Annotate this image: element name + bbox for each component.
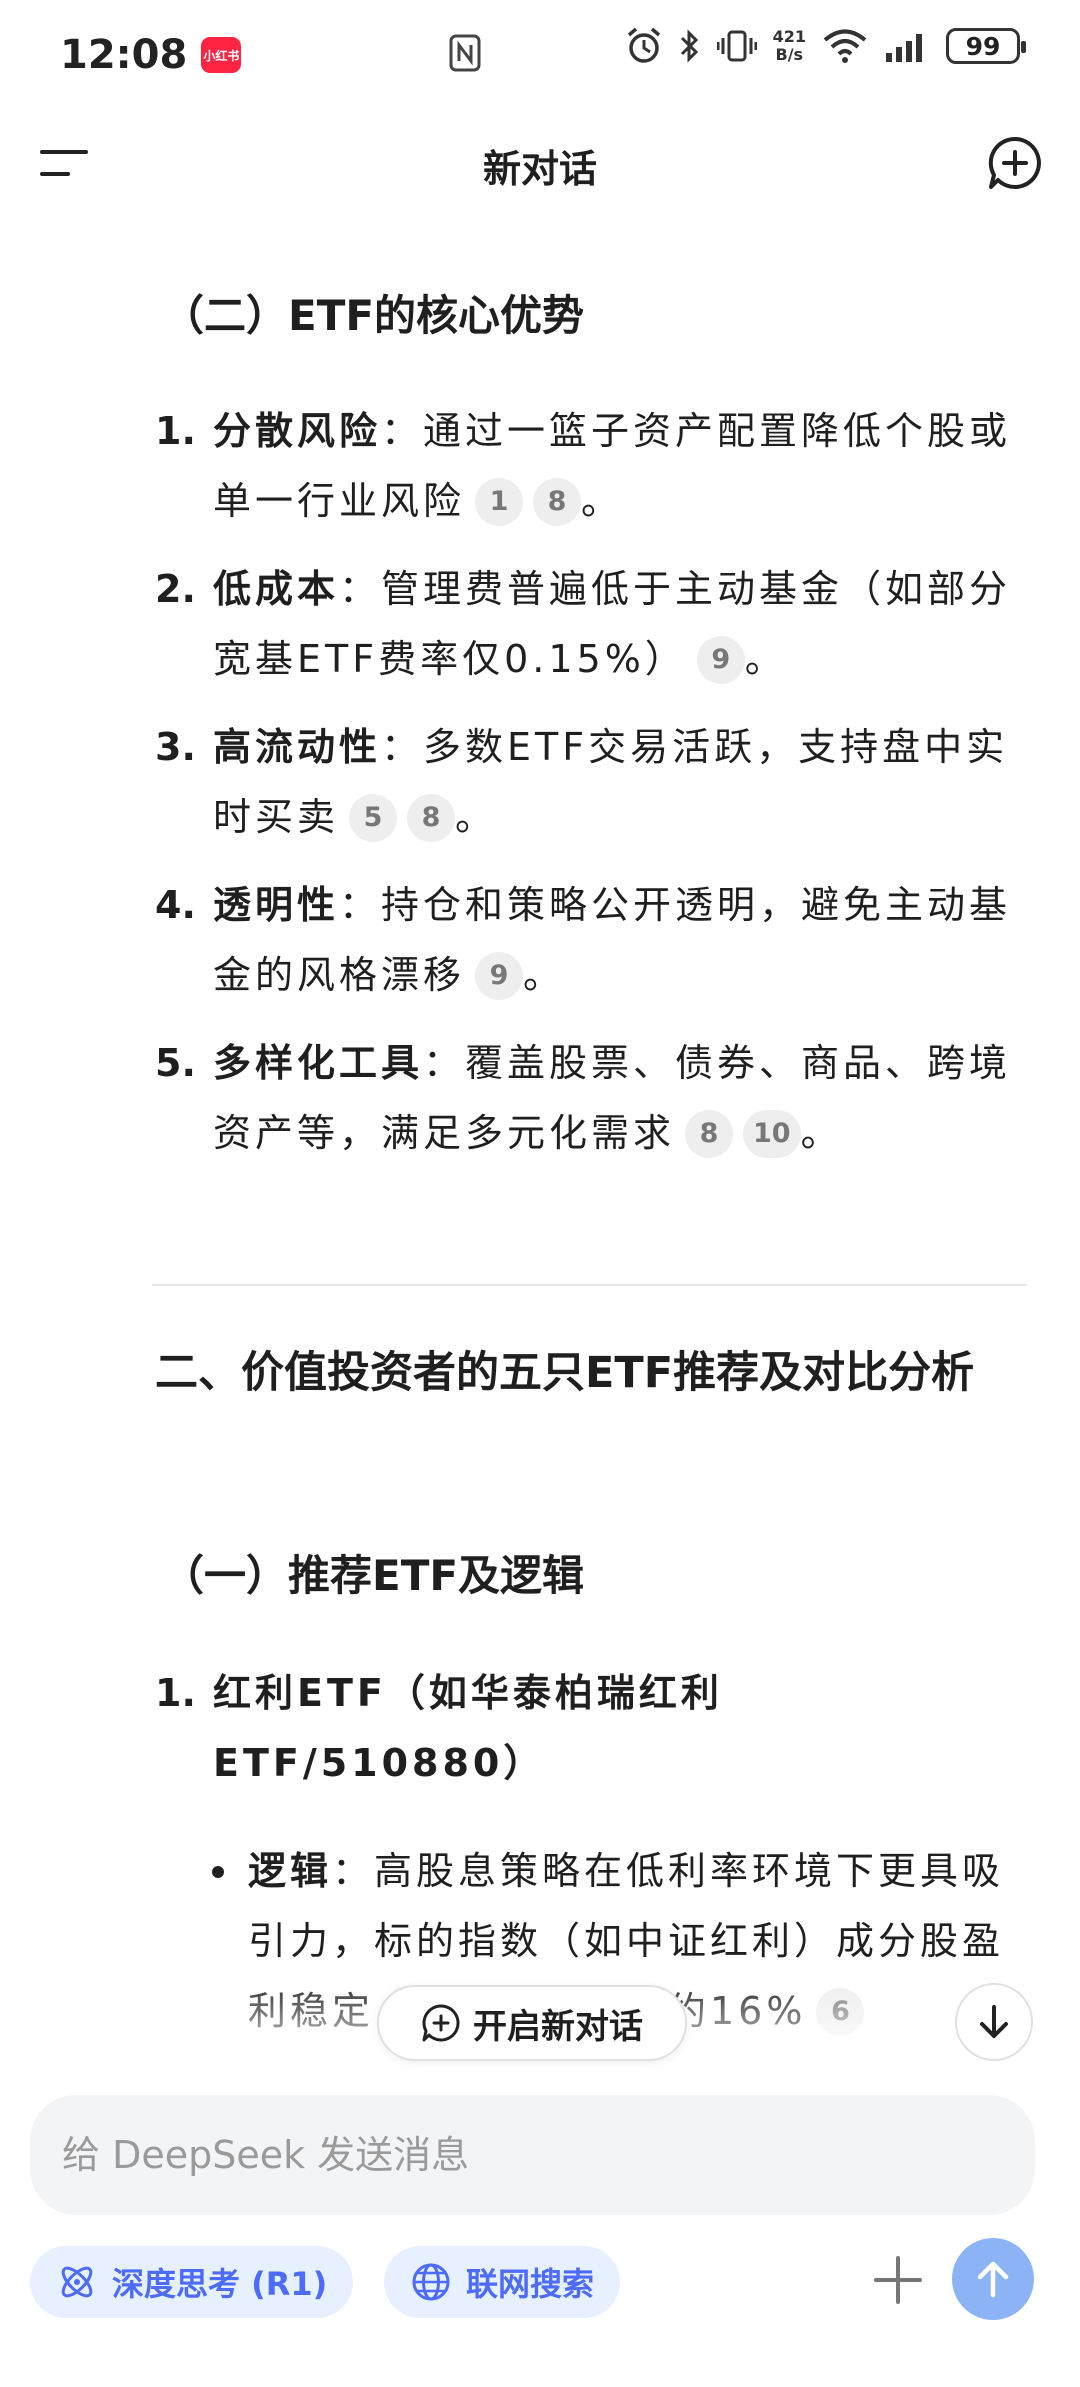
plus-icon[interactable]: [870, 2252, 926, 2308]
citation-badge[interactable]: 5: [349, 794, 398, 842]
chat-content[interactable]: （二）ETF的核心优势 1. 分散风险：通过一篮子资产配置降低个股或单一行业风险…: [0, 216, 1080, 2096]
new-chat-icon[interactable]: [986, 134, 1044, 192]
list-item: 1. 红利ETF（如华泰柏瑞红利ETF/510880）: [155, 1658, 1035, 1798]
list-term: 透明性: [213, 883, 340, 927]
battery-icon: 99: [946, 28, 1026, 64]
new-chat-icon: [422, 2004, 460, 2042]
section-subtitle: （一）推荐ETF及逻辑: [162, 1551, 585, 1600]
status-time: 12:08: [60, 32, 188, 78]
app-header: 新对话: [0, 110, 1080, 216]
xiaohongshu-app-icon: 小红书: [201, 37, 242, 73]
list-text: 高流动性：多数ETF交易活跃，支持盘中实时买卖 5 8。: [213, 712, 1035, 852]
list-item: 4. 透明性：持仓和策略公开透明，避免主动基金的风格漂移 9。: [155, 870, 1035, 1010]
list-item: 3. 高流动性：多数ETF交易活跃，支持盘中实时买卖 5 8。: [155, 712, 1035, 852]
list-number: 1.: [155, 1671, 196, 1715]
atom-icon: [61, 2266, 93, 2298]
start-new-chat-button[interactable]: 开启新对话: [377, 1985, 687, 2061]
battery-level: 99: [965, 31, 1001, 61]
web-search-toggle[interactable]: 联网搜索: [384, 2246, 621, 2318]
citation-badge[interactable]: 8: [685, 1110, 734, 1158]
list-item: 5. 多样化工具：覆盖股票、债券、商品、跨境资产等，满足多元化需求 8 10。: [155, 1028, 1035, 1168]
arrow-up-icon: [977, 2261, 1009, 2298]
citation-badge[interactable]: 1: [475, 478, 524, 526]
globe-icon: [412, 2263, 450, 2301]
list-item: 2. 低成本：管理费普遍低于主动基金（如部分宽基ETF费率仅0.15%） 9。: [155, 554, 1035, 694]
bullet-dot: [212, 1866, 224, 1878]
arrow-down-icon: [980, 2005, 1008, 2038]
citation-badge[interactable]: 8: [407, 794, 456, 842]
web-search-label: 联网搜索: [466, 2265, 595, 2303]
wifi-icon: [823, 29, 867, 63]
citation-badge[interactable]: 10: [743, 1110, 801, 1158]
list-text: 分散风险：通过一篮子资产配置降低个股或单一行业风险 1 8。: [213, 396, 1035, 536]
message-composer: [30, 2095, 1035, 2215]
deep-think-toggle[interactable]: 深度思考 (R1): [30, 2246, 354, 2318]
section-title: 二、价值投资者的五只ETF推荐及对比分析: [155, 1348, 975, 1398]
list-number: 4.: [155, 883, 196, 927]
citation-badge[interactable]: 9: [696, 636, 745, 684]
list-term: 高流动性: [213, 725, 382, 769]
vibrate-icon: [716, 30, 757, 62]
status-bar: 12:08 小红书 421 B/s 99: [0, 0, 1080, 110]
list-term: 多样化工具: [213, 1041, 424, 1085]
list-number: 1.: [155, 409, 196, 453]
net-speed-value: 421: [772, 27, 806, 46]
start-new-chat-label: 开启新对话: [473, 2006, 643, 2047]
list-term: 低成本: [213, 567, 340, 611]
citation-badge[interactable]: 9: [475, 952, 524, 1000]
page-title: 新对话: [482, 147, 597, 191]
list-text: 透明性：持仓和策略公开透明，避免主动基金的风格漂移 9。: [213, 870, 1035, 1010]
section-subtitle: （二）ETF的核心优势: [162, 291, 585, 340]
net-speed-unit: B/s: [775, 45, 804, 64]
alarm-icon: [627, 27, 660, 63]
list-item: 1. 分散风险：通过一篮子资产配置降低个股或单一行业风险 1 8。: [155, 396, 1035, 536]
list-number: 5.: [155, 1041, 196, 1085]
scroll-to-bottom-button[interactable]: [955, 1983, 1033, 2061]
net-speed: 421 B/s: [773, 28, 806, 64]
signal-icon: [886, 34, 922, 62]
citation-badge[interactable]: 8: [533, 478, 582, 526]
list-term: 分散风险: [213, 409, 382, 453]
deep-think-label: 深度思考 (R1): [112, 2265, 328, 2303]
status-icons: 421 B/s 99: [625, 26, 1026, 66]
list-number: 3.: [155, 725, 196, 769]
nfc-icon: [449, 34, 481, 72]
list-text: 低成本：管理费普遍低于主动基金（如部分宽基ETF费率仅0.15%） 9。: [213, 554, 1035, 694]
recommend-title: 红利ETF（如华泰柏瑞红利ETF/510880）: [213, 1671, 723, 1785]
bullet-term: 逻辑: [248, 1849, 333, 1893]
section-divider: [152, 1284, 1027, 1286]
send-button[interactable]: [952, 2238, 1034, 2320]
list-text: 多样化工具：覆盖股票、债券、商品、跨境资产等，满足多元化需求 8 10。: [213, 1028, 1035, 1168]
list-number: 2.: [155, 567, 196, 611]
bluetooth-icon: [680, 29, 698, 63]
message-input[interactable]: [62, 2133, 962, 2177]
